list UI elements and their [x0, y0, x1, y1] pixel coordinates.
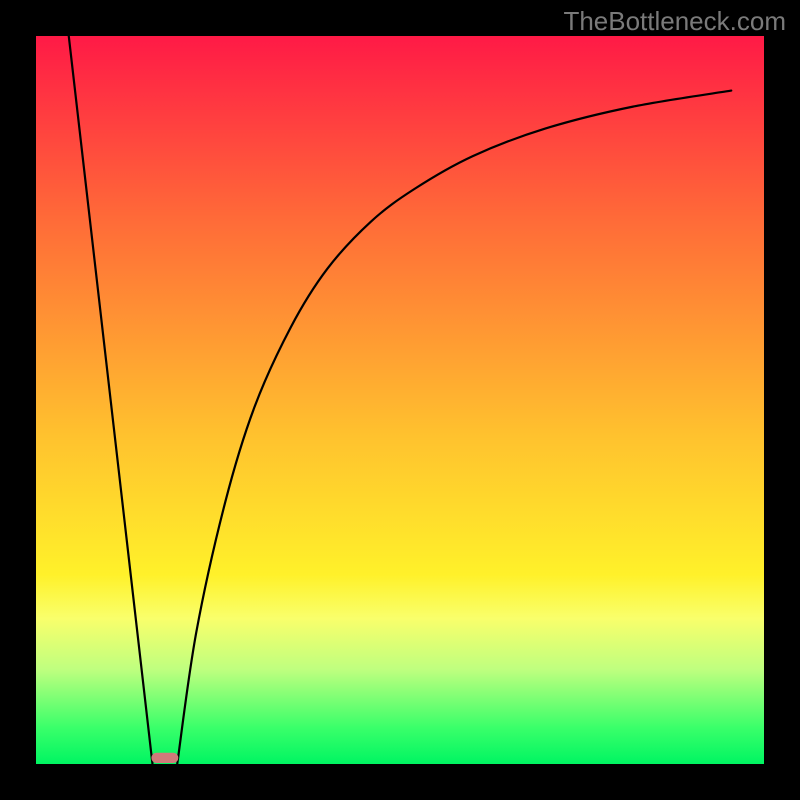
watermark-text: TheBottleneck.com: [563, 6, 786, 37]
chart-svg: [0, 0, 800, 800]
plot-area: [36, 36, 764, 764]
bottleneck-chart: TheBottleneck.com: [0, 0, 800, 800]
minimum-marker: [151, 753, 178, 763]
